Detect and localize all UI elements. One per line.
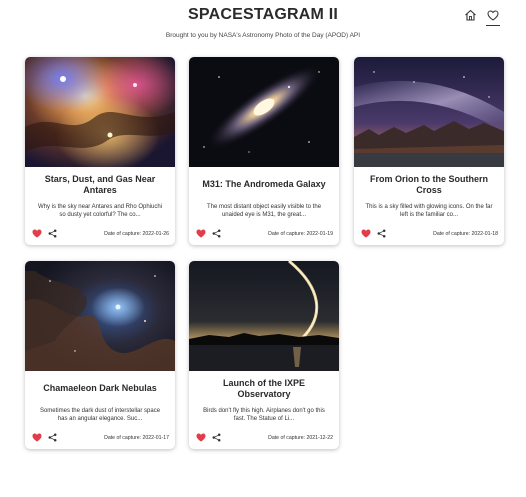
header: SPACESTAGRAM II Brought to you by NASA's… [0,0,526,46]
apod-card: Launch of the IXPE Observatory Birds don… [189,261,339,449]
share-icon[interactable] [377,229,386,238]
apod-card: Chamaeleon Dark Nebulas Sometimes the da… [25,261,175,449]
card-description: Sometimes the dark dust of interstellar … [39,408,161,422]
card-description: This is a sky filled with glowing icons.… [365,204,493,218]
share-icon[interactable] [48,229,57,238]
capture-date: Date of capture: 2022-01-18 [433,231,498,237]
page-subtitle: Brought to you by NASA's Astronomy Photo… [165,32,361,39]
card-actions: Date of capture: 2022-01-26 [32,229,169,239]
page-title: SPACESTAGRAM II [188,6,338,23]
capture-date: Date of capture: 2022-01-26 [104,231,169,237]
capture-date: Date of capture: 2022-01-17 [104,435,169,441]
like-heart-icon[interactable] [196,229,206,238]
card-description: Why is the sky near Antares and Rho Ophi… [37,204,163,218]
capture-date: Date of capture: 2021-12-22 [268,435,333,441]
like-heart-icon[interactable] [361,229,371,238]
card-title: From Orion to the Southern Cross [370,174,488,195]
capture-date: Date of capture: 2022-01-19 [268,231,333,237]
card-title: M31: The Andromeda Galaxy [202,179,326,189]
home-icon[interactable] [462,7,478,23]
card-title: Launch of the IXPE Observatory [222,378,305,399]
apod-card: M31: The Andromeda Galaxy The most dista… [189,57,339,245]
card-image[interactable] [189,261,339,371]
card-actions: Date of capture: 2022-01-19 [196,229,333,239]
like-heart-icon[interactable] [32,433,42,442]
share-icon[interactable] [212,229,221,238]
card-actions: Date of capture: 2021-12-22 [196,433,333,443]
card-description: The most distant object easily visible t… [206,204,322,218]
share-icon[interactable] [48,433,57,442]
card-image[interactable] [354,57,504,167]
card-title: Chamaeleon Dark Nebulas [43,383,157,393]
card-actions: Date of capture: 2022-01-18 [361,229,498,239]
apod-card: Stars, Dust, and Gas Near Antares Why is… [25,57,175,245]
share-icon[interactable] [212,433,221,442]
apod-card: From Orion to the Southern Cross This is… [354,57,504,245]
card-actions: Date of capture: 2022-01-17 [32,433,169,443]
card-image[interactable] [25,261,175,371]
card-image[interactable] [25,57,175,167]
card-title: Stars, Dust, and Gas Near Antares [44,174,156,195]
like-heart-icon[interactable] [196,433,206,442]
card-image[interactable] [189,57,339,167]
favorites-heart-icon[interactable] [485,7,501,23]
like-heart-icon[interactable] [32,229,42,238]
card-description: Birds don't fly this high. Airplanes don… [203,408,325,422]
active-nav-underline [486,25,500,26]
